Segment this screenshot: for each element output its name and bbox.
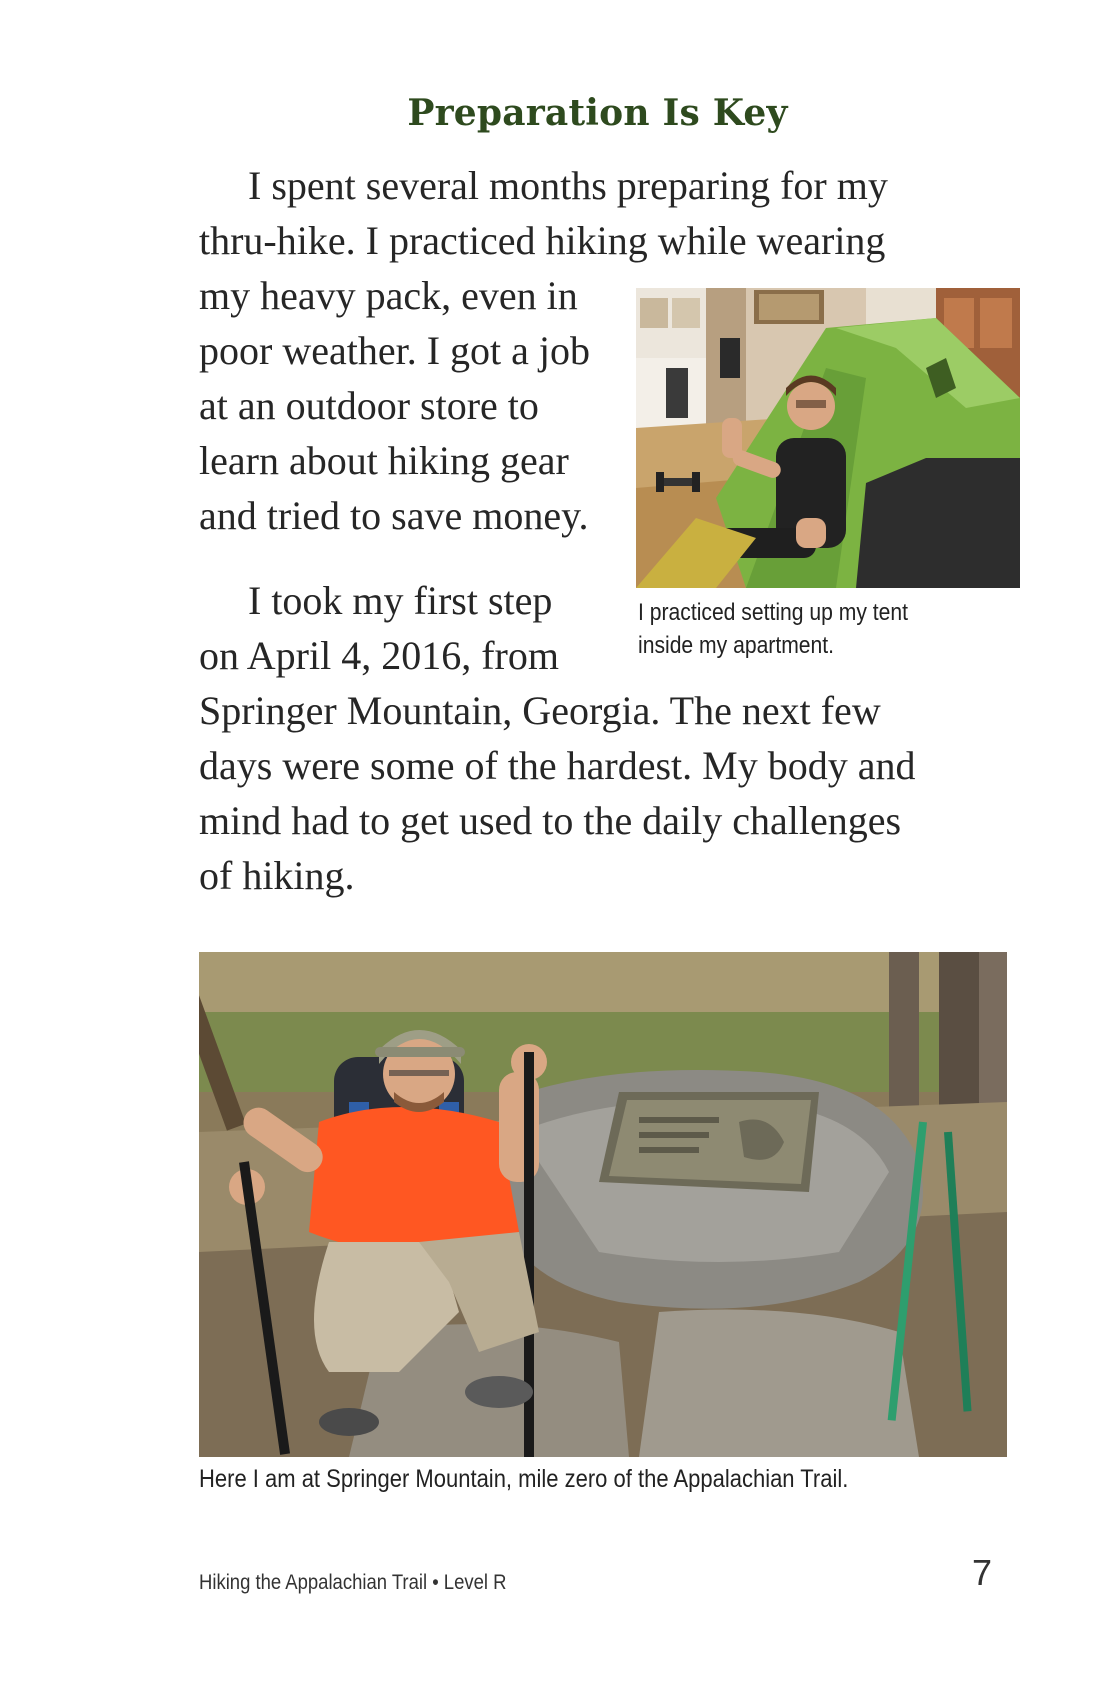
book-page: Preparation Is Key I spent several month…: [0, 0, 1100, 1700]
paragraph-line: mind had to get used to the daily challe…: [199, 798, 902, 843]
page-number: 7: [972, 1552, 993, 1593]
paragraph-line: and tried to save money.: [199, 493, 589, 538]
tent-photo-caption-line: I practiced setting up my tent: [638, 599, 909, 626]
paragraph-line: poor weather. I got a job: [199, 328, 590, 373]
springer-mountain-photo: [199, 952, 1007, 1457]
springer-photo-caption: Here I am at Springer Mountain, mile zer…: [199, 1465, 849, 1493]
paragraph-line: thru-hike. I practiced hiking while wear…: [199, 218, 886, 263]
paragraph-line: my heavy pack, even in: [199, 273, 578, 318]
paragraph-line: of hiking.: [199, 853, 355, 898]
paragraph-line: I took my first step: [248, 578, 553, 623]
section-heading: Preparation Is Key: [407, 92, 788, 134]
paragraph-line: Springer Mountain, Georgia. The next few: [199, 688, 881, 733]
tent-photo: [636, 288, 1020, 588]
paragraph-line: learn about hiking gear: [199, 438, 569, 483]
paragraph-line: days were some of the hardest. My body a…: [199, 743, 916, 788]
paragraph-line: at an outdoor store to: [199, 383, 539, 428]
paragraph-line: on April 4, 2016, from: [199, 633, 559, 678]
paragraph-line: I spent several months preparing for my: [248, 163, 888, 208]
book-title-footer: Hiking the Appalachian Trail • Level R: [199, 1571, 507, 1594]
tent-photo-caption-line: inside my apartment.: [638, 632, 835, 659]
